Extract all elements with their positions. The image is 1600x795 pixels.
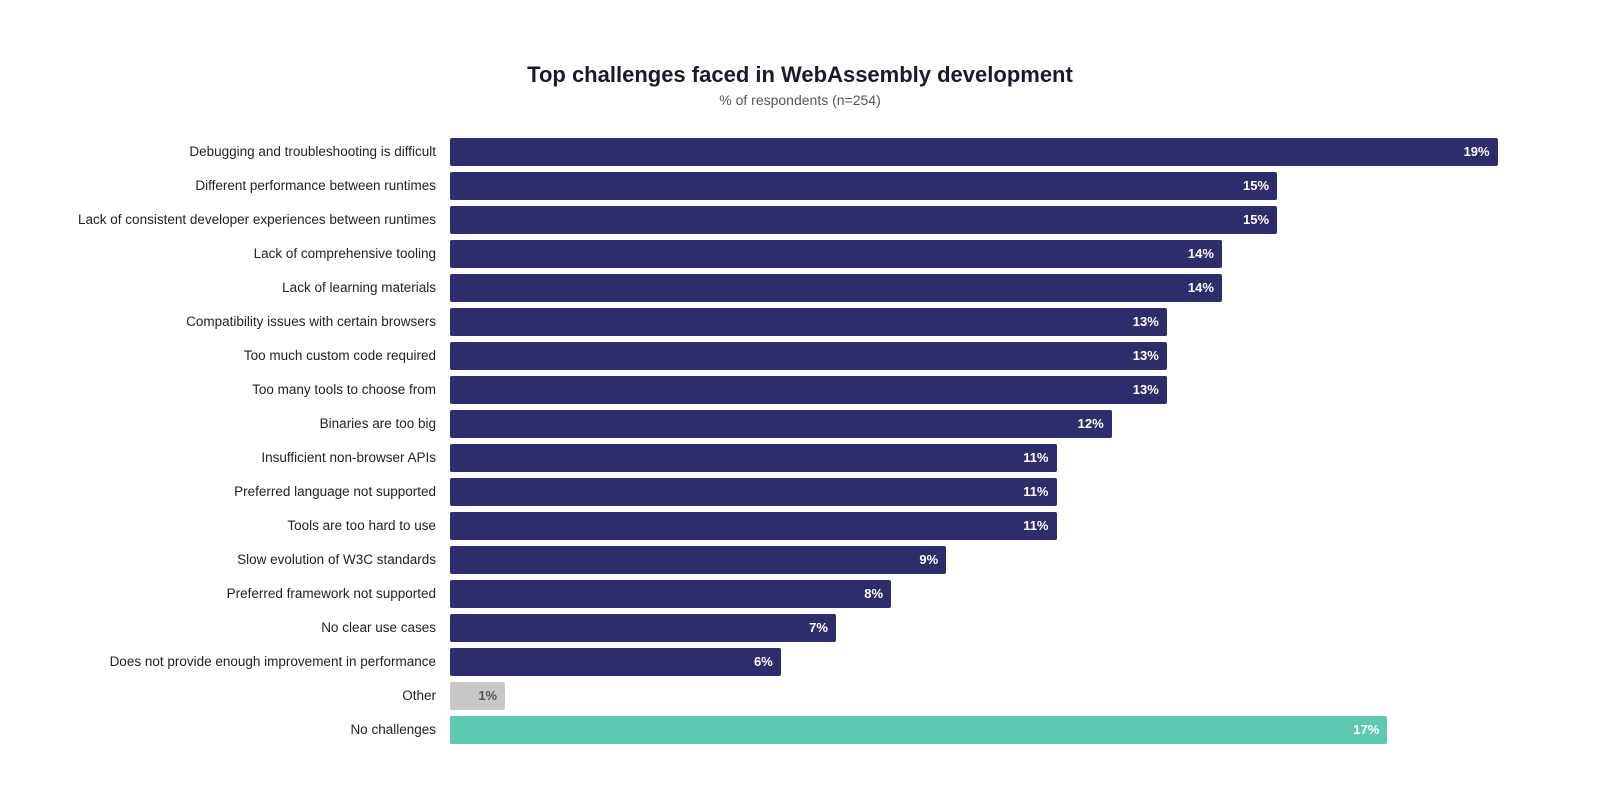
bar-pct-label: 11% [1023,450,1048,465]
bar-label: Preferred framework not supported [70,585,450,603]
bar-fill: 14% [450,240,1222,268]
bar-chart: Debugging and troubleshooting is difficu… [70,138,1530,744]
bar-track: 11% [450,512,1530,540]
bar-label: Debugging and troubleshooting is difficu… [70,143,450,161]
bar-track: 17% [450,716,1530,744]
bar-pct-label: 11% [1023,484,1048,499]
bar-track: 11% [450,444,1530,472]
bar-track: 13% [450,342,1530,370]
bar-row: Other 1% [70,682,1530,710]
bar-fill: 8% [450,580,891,608]
bar-pct-label: 13% [1133,348,1159,363]
bar-row: Too much custom code required 13% [70,342,1530,370]
bar-pct-label: 14% [1188,246,1214,261]
bar-pct-label: 1% [478,688,497,703]
bar-fill: 13% [450,342,1167,370]
bar-label: Slow evolution of W3C standards [70,551,450,569]
bar-fill: 12% [450,410,1112,438]
chart-title: Top challenges faced in WebAssembly deve… [70,62,1530,88]
bar-row: Lack of consistent developer experiences… [70,206,1530,234]
bar-track: 14% [450,240,1530,268]
bar-fill: 11% [450,444,1057,472]
bar-label: Lack of comprehensive tooling [70,245,450,263]
bar-track: 8% [450,580,1530,608]
bar-pct-label: 19% [1464,144,1490,159]
bar-label: Different performance between runtimes [70,177,450,195]
bar-label: Too many tools to choose from [70,381,450,399]
bar-fill: 13% [450,308,1167,336]
bar-pct-label: 15% [1243,212,1269,227]
bar-pct-label: 12% [1078,416,1104,431]
bar-pct-label: 7% [809,620,828,635]
bar-track: 19% [450,138,1530,166]
bar-pct-label: 11% [1023,518,1048,533]
bar-pct-label: 6% [754,654,773,669]
bar-pct-label: 15% [1243,178,1269,193]
bar-pct-label: 17% [1353,722,1379,737]
bar-row: Debugging and troubleshooting is difficu… [70,138,1530,166]
bar-fill: 15% [450,206,1277,234]
bar-label: Preferred language not supported [70,483,450,501]
bar-row: Preferred language not supported 11% [70,478,1530,506]
bar-fill: 19% [450,138,1498,166]
bar-label: Insufficient non-browser APIs [70,449,450,467]
bar-label: Too much custom code required [70,347,450,365]
bar-track: 15% [450,172,1530,200]
chart-subtitle: % of respondents (n=254) [70,92,1530,108]
bar-label: Lack of consistent developer experiences… [70,211,450,229]
bar-row: No challenges 17% [70,716,1530,744]
bar-track: 15% [450,206,1530,234]
bar-row: Different performance between runtimes 15… [70,172,1530,200]
bar-fill: 6% [450,648,781,676]
bar-fill: 1% [450,682,505,710]
bar-fill: 11% [450,478,1057,506]
bar-track: 13% [450,376,1530,404]
bar-label: Lack of learning materials [70,279,450,297]
bar-track: 13% [450,308,1530,336]
bar-fill: 7% [450,614,836,642]
bar-track: 14% [450,274,1530,302]
bar-row: Too many tools to choose from 13% [70,376,1530,404]
bar-label: Tools are too hard to use [70,517,450,535]
bar-label: No clear use cases [70,619,450,637]
bar-row: Preferred framework not supported 8% [70,580,1530,608]
bar-label: Compatibility issues with certain browse… [70,313,450,331]
bar-row: Binaries are too big 12% [70,410,1530,438]
bar-fill: 13% [450,376,1167,404]
bar-label: Other [70,687,450,705]
bar-fill: 9% [450,546,946,574]
bar-label: Does not provide enough improvement in p… [70,653,450,671]
bar-track: 6% [450,648,1530,676]
bar-label: No challenges [70,721,450,739]
bar-row: No clear use cases 7% [70,614,1530,642]
bar-pct-label: 14% [1188,280,1214,295]
bar-fill: 15% [450,172,1277,200]
bar-label: Binaries are too big [70,415,450,433]
chart-container: Top challenges faced in WebAssembly deve… [30,32,1570,764]
bar-pct-label: 13% [1133,314,1159,329]
bar-row: Tools are too hard to use 11% [70,512,1530,540]
bar-fill: 11% [450,512,1057,540]
bar-track: 12% [450,410,1530,438]
bar-fill: 17% [450,716,1387,744]
bar-row: Insufficient non-browser APIs 11% [70,444,1530,472]
bar-pct-label: 9% [919,552,938,567]
bar-row: Does not provide enough improvement in p… [70,648,1530,676]
bar-track: 11% [450,478,1530,506]
bar-row: Lack of learning materials 14% [70,274,1530,302]
bar-track: 9% [450,546,1530,574]
bar-row: Slow evolution of W3C standards 9% [70,546,1530,574]
bar-fill: 14% [450,274,1222,302]
bar-row: Compatibility issues with certain browse… [70,308,1530,336]
bar-track: 7% [450,614,1530,642]
bar-row: Lack of comprehensive tooling 14% [70,240,1530,268]
bar-pct-label: 13% [1133,382,1159,397]
bar-track: 1% [450,682,1530,710]
bar-pct-label: 8% [864,586,883,601]
